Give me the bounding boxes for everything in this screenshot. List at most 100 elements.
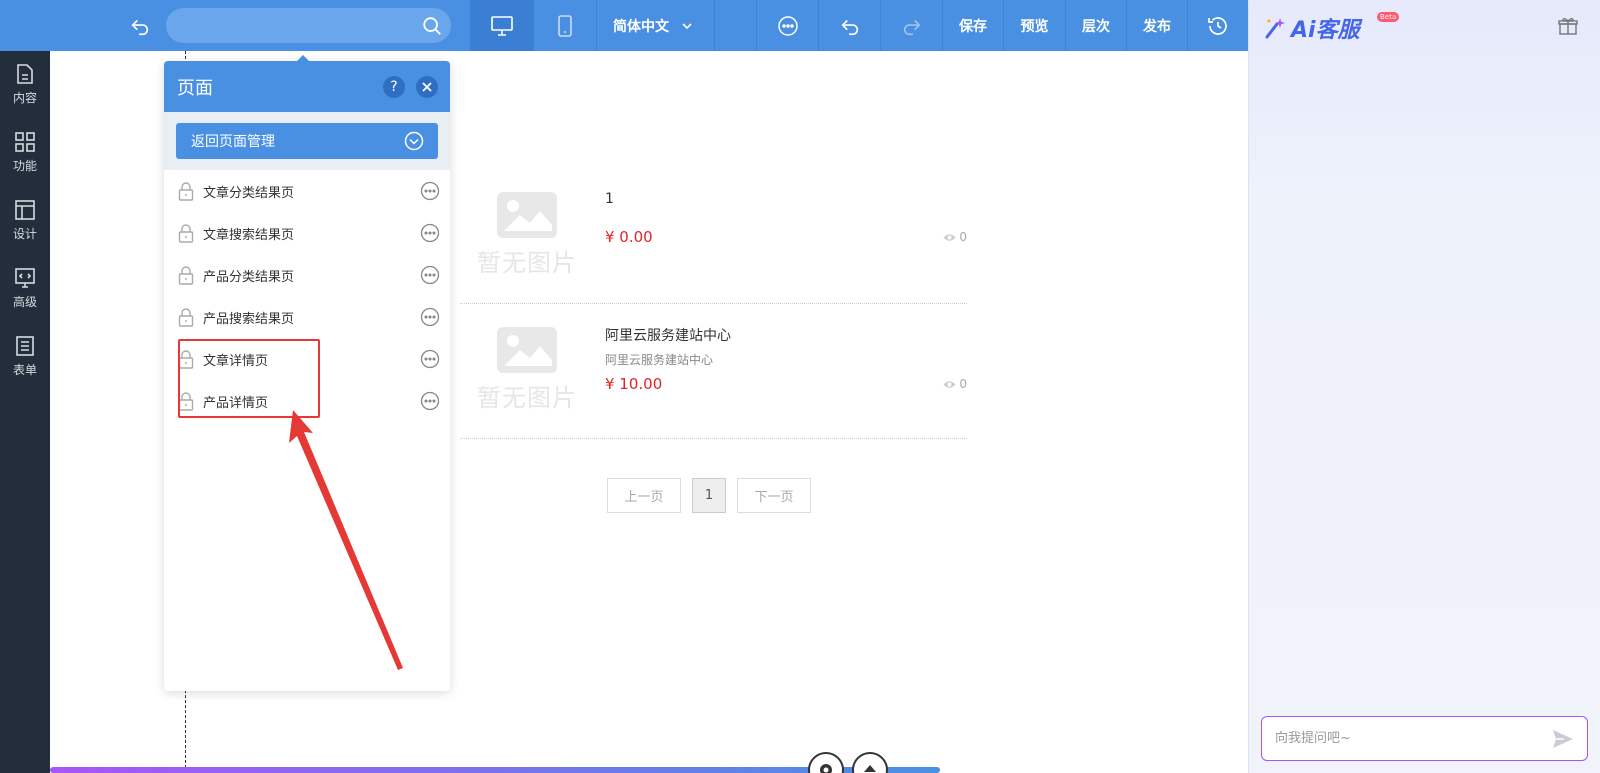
- document-icon: [17, 63, 33, 84]
- publish-button[interactable]: 发布: [1126, 0, 1187, 51]
- more-options-icon[interactable]: [420, 349, 440, 369]
- undo-button[interactable]: [818, 0, 880, 51]
- more-options-icon[interactable]: [420, 307, 440, 327]
- eye-icon: [943, 233, 956, 241]
- sidebar-item-design[interactable]: 设计: [0, 190, 50, 250]
- more-options-icon[interactable]: [420, 181, 440, 201]
- no-image-placeholder: 暂无图片: [472, 326, 582, 421]
- sidebar-item-label: 内容: [12, 90, 37, 105]
- product-row[interactable]: 暂无图片 阿里云服务建站中心 阿里云服务建站中心 ¥ 10.00 0: [460, 304, 967, 439]
- sparkle-wand-icon: [1265, 18, 1285, 39]
- panel-subheader: 返回页面管理: [164, 112, 450, 170]
- product-row[interactable]: 暂无图片 1 ¥ 0.00 0: [460, 169, 967, 304]
- ai-logo: Ai客服: [1263, 12, 1360, 44]
- product-price: ¥ 10.00: [605, 375, 663, 393]
- lock-icon: [178, 308, 194, 327]
- view-count: 0: [943, 377, 967, 391]
- page-item[interactable]: 文章分类结果页: [164, 170, 450, 212]
- desktop-view-button[interactable]: [470, 0, 533, 51]
- ai-input-box: [1261, 716, 1588, 761]
- code-monitor-icon: [15, 267, 35, 288]
- mobile-icon: [558, 14, 572, 37]
- gear-icon: [820, 764, 832, 773]
- gift-icon[interactable]: [1558, 16, 1578, 36]
- settings-button[interactable]: [808, 752, 844, 773]
- sidebar-item-label: 高级: [12, 294, 37, 309]
- back-icon[interactable]: [126, 12, 154, 40]
- grid-icon: [15, 131, 35, 152]
- layout-icon: [15, 199, 35, 220]
- page-item[interactable]: 产品分类结果页: [164, 254, 450, 296]
- ai-question-input[interactable]: [1275, 717, 1535, 760]
- search-box: [166, 8, 451, 43]
- lock-icon: [178, 266, 194, 285]
- lock-icon: [178, 182, 194, 201]
- preview-button[interactable]: 预览: [1003, 0, 1065, 51]
- sidebar-item-label: 表单: [12, 362, 37, 377]
- beta-badge: Beta: [1377, 12, 1400, 22]
- top-toolbar: 简体中文 保存 预览 层次 发布: [0, 0, 1248, 51]
- product-price: ¥ 0.00: [605, 228, 653, 246]
- more-button[interactable]: [756, 0, 818, 51]
- save-button[interactable]: 保存: [942, 0, 1003, 51]
- bottom-progress-bar: [50, 767, 940, 773]
- level-button[interactable]: 层次: [1065, 0, 1126, 51]
- ai-logo-text: Ai客服: [1291, 18, 1360, 43]
- history-button[interactable]: [1187, 0, 1248, 51]
- back-button-label: 返回页面管理: [191, 134, 275, 150]
- sidebar-item-label: 设计: [12, 226, 37, 241]
- sidebar-item-label: 功能: [12, 158, 37, 173]
- product-title[interactable]: 阿里云服务建站中心: [605, 325, 731, 345]
- form-list-icon: [16, 335, 34, 356]
- eye-icon: [943, 380, 956, 388]
- view-count-value: 0: [959, 230, 967, 244]
- product-title[interactable]: 1: [605, 191, 614, 207]
- next-page-button[interactable]: 下一页: [737, 478, 811, 513]
- sidebar-item-advanced[interactable]: 高级: [0, 258, 50, 318]
- sidebar-item-form[interactable]: 表单: [0, 326, 50, 386]
- panel-header: 页面 ?: [164, 61, 450, 112]
- page-1-button[interactable]: 1: [692, 478, 726, 513]
- more-options-icon[interactable]: [420, 391, 440, 411]
- page-item-label: 产品搜索结果页: [203, 311, 295, 327]
- image-placeholder-icon: [497, 192, 557, 238]
- close-icon[interactable]: [416, 76, 438, 98]
- language-select[interactable]: 简体中文: [596, 0, 714, 51]
- page-item[interactable]: 文章搜索结果页: [164, 212, 450, 254]
- mobile-view-button[interactable]: [533, 0, 596, 51]
- product-subtitle: 阿里云服务建站中心: [605, 353, 714, 367]
- scroll-up-button[interactable]: [852, 752, 888, 773]
- page-item[interactable]: 产品搜索结果页: [164, 296, 450, 338]
- image-placeholder-icon: [497, 327, 557, 373]
- arrow-up-icon: [864, 765, 876, 772]
- redo-button[interactable]: [880, 0, 942, 51]
- redo-icon: [903, 19, 921, 35]
- panel-title: 页面: [177, 78, 213, 99]
- page-item-label: 文章搜索结果页: [203, 227, 295, 243]
- search-icon[interactable]: [421, 15, 443, 37]
- more-options-icon[interactable]: [420, 223, 440, 243]
- desktop-icon: [491, 15, 513, 36]
- page-item-label: 产品分类结果页: [203, 269, 295, 285]
- lock-icon: [178, 224, 194, 243]
- view-count: 0: [943, 230, 967, 244]
- no-image-text: 暂无图片: [477, 249, 577, 277]
- language-label: 简体中文: [613, 18, 669, 35]
- sidebar-item-content[interactable]: 内容: [0, 54, 50, 114]
- send-icon[interactable]: [1552, 729, 1574, 749]
- highlight-box: [178, 339, 320, 418]
- prev-page-button[interactable]: 上一页: [607, 478, 681, 513]
- no-image-placeholder: 暂无图片: [472, 191, 582, 286]
- search-input[interactable]: [180, 8, 410, 43]
- view-count-value: 0: [959, 377, 967, 391]
- undo-icon: [840, 19, 858, 35]
- left-sidebar: 内容 功能 设计 高级 表单: [0, 51, 50, 773]
- chevron-down-icon: [682, 22, 692, 29]
- sidebar-item-features[interactable]: 功能: [0, 122, 50, 182]
- back-to-page-management-button[interactable]: 返回页面管理: [176, 123, 438, 159]
- history-icon: [1208, 16, 1227, 35]
- more-options-icon[interactable]: [420, 265, 440, 285]
- pagination: 上一页 1 下一页: [607, 478, 811, 513]
- chevron-down-circle-icon: [404, 131, 424, 151]
- help-icon[interactable]: ?: [383, 76, 405, 98]
